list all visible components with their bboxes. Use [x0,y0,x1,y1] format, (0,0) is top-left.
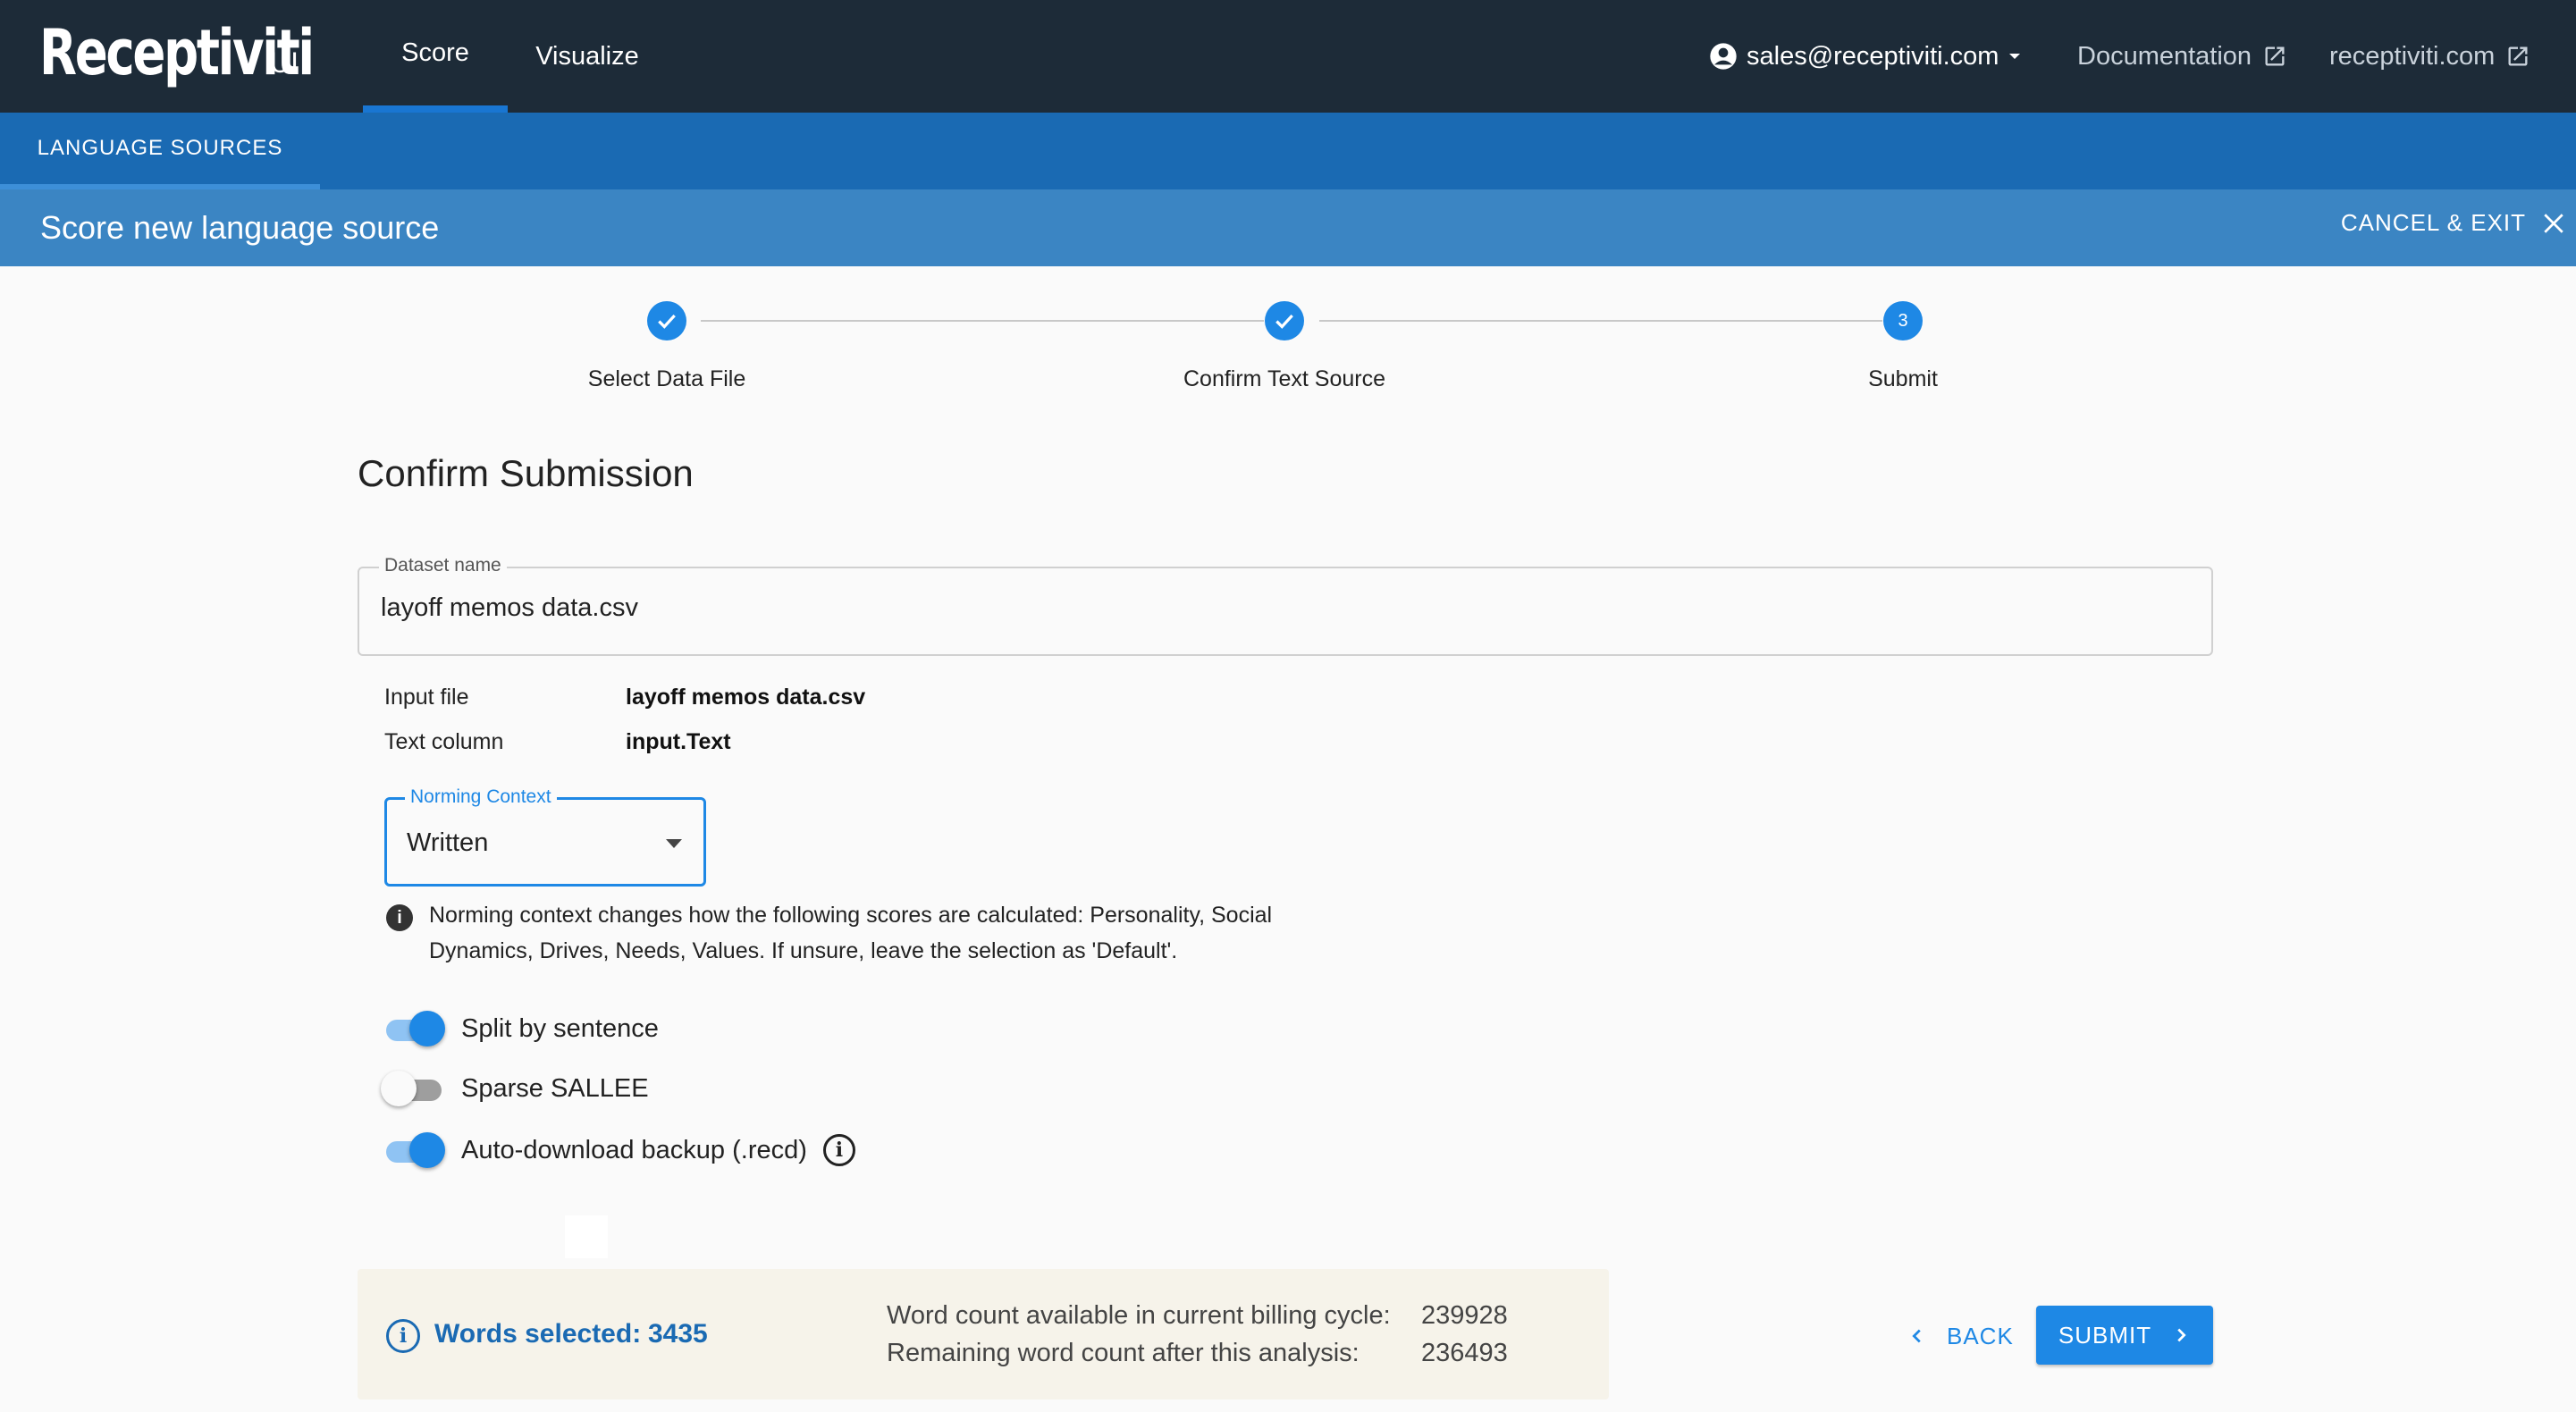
tab-language-sources-label: LANGUAGE SOURCES [37,136,283,160]
tab-language-sources[interactable]: LANGUAGE SOURCES [0,113,320,189]
switch-knob [381,1071,417,1106]
remaining-word-count-label: Remaining word count after this analysis… [887,1339,1360,1367]
chevron-right-icon [2177,1328,2186,1342]
account-email: sales@receptiviti.com [1747,41,1999,71]
submit-button[interactable]: SUBMIT [2036,1306,2213,1365]
dataset-name-field: Dataset name [358,555,2213,656]
tab-score-label: Score [401,38,469,67]
chevron-left-icon [1912,1329,1921,1343]
top-navigation-bar: Receptiviti UI Score Visualize sales@rec… [0,0,2576,113]
available-word-count-value: 239928 [1421,1301,1508,1330]
dataset-name-label: Dataset name [379,555,507,576]
auto-download-toggle-row: Auto-download backup (.recd) i [384,1130,855,1170]
auto-download-label: Auto-download backup (.recd) [461,1135,807,1164]
auto-download-switch[interactable] [384,1130,445,1170]
norming-context-note: Norming context changes how the followin… [429,903,1273,963]
step-1-label: Select Data File [587,366,746,391]
external-link-icon [2265,46,2285,66]
back-label: BACK [1947,1322,2014,1349]
available-word-count-label: Word count available in current billing … [887,1301,1391,1330]
dataset-name-input[interactable] [381,593,2168,623]
submit-label: SUBMIT [2058,1321,2152,1349]
dropdown-arrow-icon [666,839,682,848]
norming-context-label: Norming Context [405,786,557,808]
cancel-exit-label: CANCEL & EXIT [2340,209,2526,236]
sparse-sallee-switch[interactable] [381,1069,443,1108]
switch-knob [409,1132,445,1168]
switch-knob [409,1011,445,1046]
text-column-label: Text column [384,729,504,754]
input-file-label: Input file [384,685,469,710]
step-2-label: Confirm Text Source [1183,366,1385,391]
check-icon [1275,314,1293,329]
account-circle-icon [1710,43,1737,70]
tab-score[interactable]: Score [363,0,508,113]
word-count-summary: i Words selected: 3435 Word count availa… [358,1269,1609,1399]
step-2-complete-indicator [1265,301,1304,340]
step-3-active-indicator: 3 [1883,301,1923,340]
sparse-sallee-label: Sparse SALLEE [461,1073,649,1103]
norming-context-select[interactable]: Norming Context Written [384,786,706,887]
step-3-label: Submit [1868,366,1938,391]
info-icon: i [386,904,413,931]
words-selected-value: 3435 [648,1319,708,1349]
words-selected-label: Words selected: [434,1319,642,1349]
back-button[interactable]: BACK [1907,1307,2014,1366]
logo-ui-suffix: UI [270,46,299,79]
remaining-word-count-value: 236493 [1421,1339,1508,1367]
step-connector [701,320,1264,322]
documentation-label: Documentation [2077,41,2252,71]
caret-down-icon [2009,54,2021,59]
receptiviti-site-link[interactable]: receptiviti.com [2329,0,2530,113]
input-file-value: layoff memos data.csv [626,685,866,710]
split-by-sentence-switch[interactable] [384,1009,445,1048]
blank-tooltip-area [565,1215,608,1258]
tab-visualize[interactable]: Visualize [522,0,652,113]
split-by-sentence-toggle-row: Split by sentence [384,1009,659,1048]
section-title: Confirm Submission [358,452,694,494]
check-icon [658,314,676,329]
page-title-bar: Score new language source CANCEL & EXIT [0,189,2576,266]
close-icon [2544,213,2563,233]
documentation-link[interactable]: Documentation [2077,0,2287,113]
site-label: receptiviti.com [2329,41,2496,71]
page-title: Score new language source [40,209,440,246]
step-connector [1319,320,1882,322]
info-outline-icon: i [386,1319,420,1353]
cancel-exit-button[interactable]: CANCEL & EXIT [2341,209,2565,237]
text-column-value: input.Text [626,729,731,754]
info-outline-icon[interactable]: i [822,1134,855,1166]
norming-context-value: Written [407,828,489,857]
secondary-navigation-bar: LANGUAGE SOURCES [0,113,2576,189]
step-1-complete-indicator [647,301,686,340]
split-by-sentence-label: Split by sentence [461,1013,659,1043]
external-link-icon [2508,46,2528,66]
tab-visualize-label: Visualize [535,41,639,71]
account-menu[interactable]: sales@receptiviti.com [1709,0,2024,113]
sparse-sallee-toggle-row: Sparse SALLEE [381,1069,649,1108]
